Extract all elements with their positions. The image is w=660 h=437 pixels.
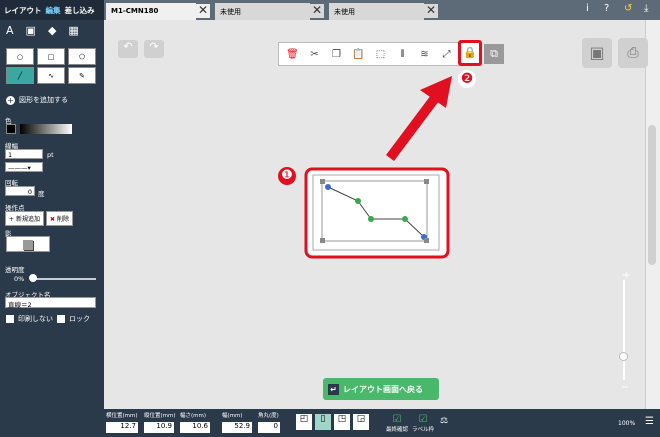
h-input[interactable]: 10.6 <box>180 422 210 433</box>
portrait-icon[interactable]: ▯ <box>315 414 331 430</box>
x-input[interactable]: 12.7 <box>106 422 138 433</box>
h-label: 幅さ(mm) <box>180 413 207 419</box>
control-point[interactable] <box>402 216 408 222</box>
list-icon[interactable]: ☰ <box>645 416 654 427</box>
zoom-level: 100% <box>618 420 636 427</box>
annotation-2: ❷ <box>458 70 476 88</box>
check-icon: ☑ <box>392 414 402 425</box>
y-label: 縦位置(mm) <box>144 413 176 419</box>
control-point[interactable] <box>325 184 331 190</box>
check-icon: ☑ <box>418 414 428 425</box>
annotation-arrow <box>386 91 442 161</box>
annotation-1: ❶ <box>278 167 296 185</box>
y-input[interactable]: 10.9 <box>144 422 174 433</box>
zoom-handle[interactable] <box>619 352 628 361</box>
label-frame-toggle[interactable]: ☑ ラベル枠 <box>412 414 434 433</box>
w-input[interactable]: 52.9 <box>222 422 252 433</box>
final-check-label: 最終確認 <box>386 427 409 433</box>
label-frame-label: ラベル枠 <box>412 427 435 433</box>
zoom-slider[interactable] <box>623 280 625 380</box>
zoom-out-icon[interactable]: − <box>621 382 629 393</box>
rotate-left-icon[interactable]: ◰ <box>296 414 312 430</box>
control-point[interactable] <box>368 216 374 222</box>
final-check-toggle[interactable]: ☑ 最終確認 <box>386 414 408 433</box>
angle-input[interactable]: 0 <box>258 422 280 433</box>
return-icon: ↵ <box>328 383 339 395</box>
orientation-buttons: ◰ ▯ ◳ ◲ <box>296 414 376 432</box>
weight-icon[interactable]: ⚖ <box>440 416 448 426</box>
back-to-layout-button[interactable]: ↵ レイアウト画面へ戻る <box>323 378 439 400</box>
back-label: レイアウト画面へ戻る <box>343 384 423 394</box>
control-point[interactable] <box>355 198 361 204</box>
flip-icon[interactable]: ◲ <box>353 414 369 430</box>
rotate-right-icon[interactable]: ◳ <box>334 414 350 430</box>
annotation-overlay <box>304 76 452 259</box>
angle-label: 角丸(度) <box>258 413 279 419</box>
x-label: 横位置(mm) <box>106 413 138 419</box>
w-label: 幅(mm) <box>222 413 243 419</box>
